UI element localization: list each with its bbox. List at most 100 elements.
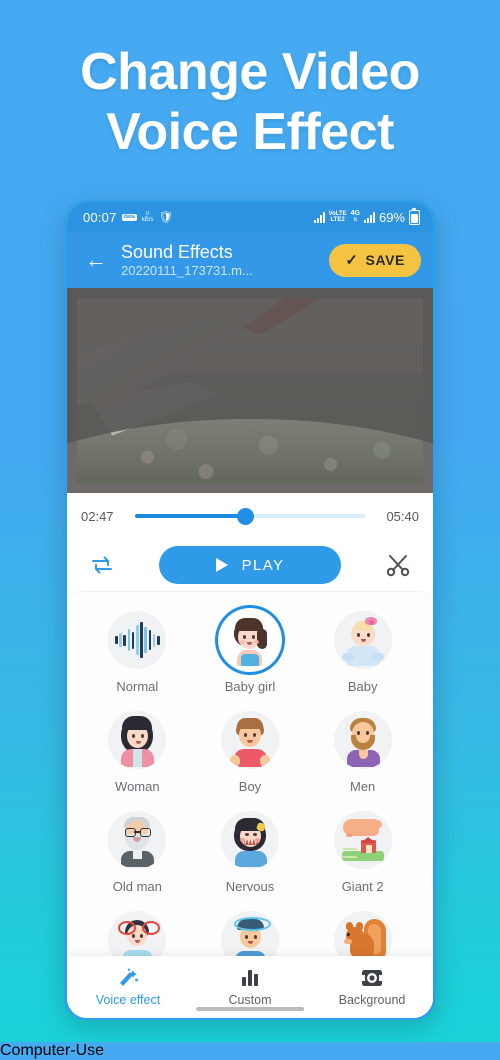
poster-canvas: Change Video Voice Effect 00:07 data 0 k… — [0, 0, 500, 1042]
status-bar-left: 00:07 data 0 kB/s 🛡 — [83, 210, 174, 225]
woman-face — [108, 711, 166, 769]
network-arrows-icon: ⇅ — [353, 217, 358, 223]
effect-item-baby-girl[interactable]: Baby girl — [194, 600, 307, 700]
back-arrow-icon[interactable]: ← — [81, 245, 111, 275]
boy-face — [221, 711, 279, 769]
effect-item-boy[interactable]: Boy — [194, 700, 307, 800]
battery-percent-label: 69% — [378, 209, 405, 225]
effect-avatar-wrap — [105, 808, 169, 872]
airplane-window-frame — [67, 288, 433, 493]
nav-item-label: Voice effect — [95, 992, 161, 1007]
nav-item-background[interactable]: Background — [311, 968, 433, 1007]
battery-icon — [409, 207, 420, 225]
giant-foot-icon — [333, 811, 392, 869]
seek-bar-thumb[interactable] — [236, 507, 254, 525]
app-bar-titles: Sound Effects 20220111_173731.m... — [121, 242, 329, 279]
network-type-icon: 4G ⇅ — [351, 210, 360, 224]
app-bar-subtitle: 20220111_173731.m... — [121, 262, 253, 278]
magic-wand-icon — [117, 968, 139, 988]
equalizer-bars — [242, 969, 258, 986]
seek-bar[interactable] — [135, 507, 365, 525]
data-chip-icon: data — [121, 213, 137, 221]
nervous-face — [221, 811, 279, 869]
headline-line-2: Voice Effect — [106, 103, 394, 161]
signal-bars-secondary-icon — [363, 211, 375, 223]
play-button[interactable]: PLAY — [159, 546, 341, 584]
nav-item-label: Background — [338, 992, 406, 1007]
total-time-label: 05:40 — [386, 508, 419, 524]
waveform-bars — [115, 621, 160, 659]
save-button[interactable]: ✓ SAVE — [329, 243, 421, 277]
effect-item-label: Nervous — [225, 879, 275, 894]
page-title: Change Video Voice Effect — [0, 42, 500, 162]
men-icon — [333, 711, 392, 769]
effect-avatar-wrap — [105, 708, 169, 772]
effect-item-label: Baby — [347, 679, 378, 694]
effect-item-old-man[interactable]: Old man — [81, 800, 194, 900]
effect-avatar-wrap — [105, 608, 169, 672]
effect-item-label: Giant 2 — [341, 879, 384, 894]
effect-item-giant-2[interactable]: Giant 2 — [306, 800, 419, 900]
old-man-icon — [108, 811, 167, 869]
effect-item-label: Old man — [112, 879, 162, 894]
effect-item-label: Baby girl — [224, 679, 276, 694]
app-bar-title: Sound Effects — [121, 241, 233, 262]
effect-item-baby[interactable]: Baby — [306, 600, 419, 700]
baby-icon — [333, 611, 392, 669]
app-bar: ← Sound Effects 20220111_173731.m... ✓ S… — [67, 232, 433, 288]
volte-icon: VoLTE LTE2 — [329, 211, 347, 223]
effect-item-men[interactable]: Men — [306, 700, 419, 800]
play-button-label: PLAY — [241, 556, 285, 574]
woman-icon — [108, 711, 167, 769]
data-rate-icon: 0 kB/s — [142, 211, 154, 223]
waveform-icon — [108, 611, 167, 669]
effect-item-label: Normal — [116, 679, 159, 694]
equalizer-icon — [242, 968, 258, 988]
status-clock: 00:07 — [83, 209, 117, 225]
baby-girl-icon — [221, 612, 278, 668]
nav-item-custom[interactable]: Custom — [189, 968, 311, 1007]
shield-icon: 🛡 — [158, 210, 174, 224]
nervous-icon — [220, 811, 279, 869]
volte-bottom-label: LTE2 — [330, 217, 345, 223]
loop-icon[interactable] — [89, 553, 115, 577]
effect-avatar-wrap — [218, 808, 282, 872]
status-bar-right: VoLTE LTE2 4G ⇅ 69% — [313, 207, 420, 225]
boy-icon — [220, 711, 279, 769]
home-indicator — [196, 1007, 304, 1011]
effect-item-nervous[interactable]: Nervous — [194, 800, 307, 900]
voice-effect-grid: Normal Baby girl Baby Woman Boy Men Old … — [81, 600, 419, 985]
status-bar: 00:07 data 0 kB/s 🛡 VoLTE LTE2 4G ⇅ 69% — [67, 202, 433, 232]
effect-avatar-wrap — [331, 708, 395, 772]
check-icon: ✓ — [345, 252, 359, 269]
effect-item-label: Woman — [115, 779, 160, 794]
camera-icon — [361, 968, 383, 988]
headline-line-1: Change Video — [80, 43, 420, 101]
seek-bar-fill — [135, 514, 246, 518]
effect-item-label: Boy — [238, 779, 262, 794]
effect-avatar-wrap — [331, 608, 395, 672]
play-icon — [215, 558, 228, 572]
effect-item-woman[interactable]: Woman — [81, 700, 194, 800]
current-time-label: 02:47 — [81, 508, 114, 524]
voice-effect-panel[interactable]: Normal Baby girl Baby Woman Boy Men Old … — [67, 591, 433, 1018]
seek-bar-row: 02:47 05:40 — [67, 493, 433, 539]
giant-foot-scene — [334, 811, 392, 869]
men-face — [334, 711, 392, 769]
phone-screen: 00:07 data 0 kB/s 🛡 VoLTE LTE2 4G ⇅ 69% … — [67, 202, 433, 1018]
data-rate-unit: kB/s — [141, 217, 154, 223]
effect-item-normal[interactable]: Normal — [81, 600, 194, 700]
effect-avatar-wrap — [218, 708, 282, 772]
playback-controls: PLAY — [67, 539, 433, 591]
baby-girl-face — [222, 612, 278, 668]
phone-mockup: 00:07 data 0 kB/s 🛡 VoLTE LTE2 4G ⇅ 69% … — [64, 200, 436, 1020]
signal-bars-icon — [313, 211, 325, 223]
baby-face — [334, 611, 392, 669]
save-button-label: SAVE — [365, 252, 405, 268]
scissors-icon[interactable] — [385, 552, 411, 578]
effect-item-label: Men — [350, 779, 376, 794]
effect-avatar-wrap-selected — [217, 608, 282, 672]
effect-avatar-wrap — [331, 808, 395, 872]
nav-item-voice-effect[interactable]: Voice effect — [67, 968, 189, 1007]
video-preview[interactable] — [67, 288, 433, 493]
